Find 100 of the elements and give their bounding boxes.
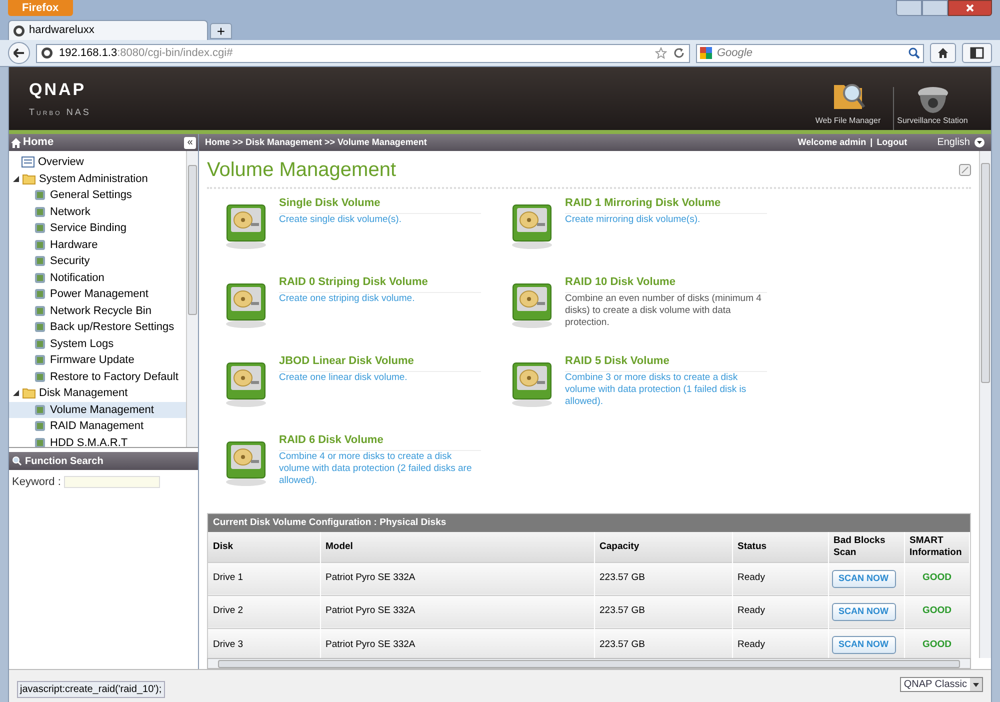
tree-item[interactable]: Network Recycle Bin: [9, 302, 186, 319]
home-icon: [11, 138, 21, 148]
option-description[interactable]: Combine an even number of disks (minimum 4 disks) to create a disk volume with data protection.: [565, 292, 767, 328]
tree-item[interactable]: Overview: [9, 154, 186, 170]
url-text: 192.168.1.3:8080/cgi-bin/index.cgi#: [59, 46, 234, 61]
window-icon: [970, 47, 984, 59]
column-header: Capacity: [594, 532, 732, 562]
status-link-text: javascript:create_raid('raid_10');: [17, 681, 165, 698]
tree-item[interactable]: Volume Management: [9, 402, 186, 418]
page-title: Volume Management: [207, 159, 396, 181]
settings-item-icon: [33, 287, 47, 302]
table-cell: GOOD: [904, 595, 970, 628]
search-icon[interactable]: [908, 47, 920, 59]
site-icon: [41, 47, 53, 59]
camera-dome-icon: [918, 87, 948, 113]
table-cell: Patriot Pyro SE 332A: [320, 595, 594, 628]
horizontal-scrollbar[interactable]: [207, 658, 971, 669]
theme-select[interactable]: QNAP Classic: [900, 677, 983, 692]
reload-icon: [673, 47, 685, 59]
function-search-title: Function Search: [25, 454, 104, 468]
table-cell: GOOD: [904, 562, 970, 595]
close-button[interactable]: [948, 0, 992, 16]
tree-item[interactable]: HDD S.M.A.R.T: [9, 434, 186, 447]
settings-item-icon: [33, 402, 47, 417]
sidebar-title: Home: [23, 135, 54, 150]
app-launcher[interactable]: Surveillance Station: [893, 87, 971, 130]
google-icon: [700, 47, 712, 59]
settings-item-icon: [33, 238, 47, 252]
column-header: Model: [320, 532, 594, 562]
logo-text: QNAP: [29, 80, 88, 98]
search-field[interactable]: Google: [696, 44, 924, 62]
tree-item[interactable]: Restore to Factory Default: [9, 368, 186, 385]
tree-item[interactable]: Service Binding: [9, 220, 186, 236]
home-button[interactable]: [930, 43, 956, 63]
folder-icon: [22, 387, 36, 400]
tree-item[interactable]: RAID Management: [9, 418, 186, 434]
overview-icon: [21, 156, 35, 168]
tree-item[interactable]: Security: [9, 253, 186, 270]
table-cell: Drive 2: [208, 595, 320, 628]
settings-item-icon: [33, 419, 47, 434]
new-tab-button[interactable]: +: [210, 23, 232, 39]
table-cell: Drive 1: [208, 562, 320, 595]
home-icon: [937, 47, 949, 59]
settings-item-icon: [33, 336, 47, 351]
tree-item[interactable]: Power Management: [9, 286, 186, 302]
welcome-text: Welcome admin: [798, 136, 866, 149]
language-label: English: [937, 136, 970, 150]
tree-item[interactable]: System Logs: [9, 336, 186, 352]
address-field[interactable]: 192.168.1.3:8080/cgi-bin/index.cgi#: [36, 44, 690, 62]
settings-item-icon: [33, 304, 47, 318]
table-title: Current Disk Volume Configuration : Physical Disks: [208, 514, 970, 532]
settings-item-icon: [33, 320, 47, 334]
close-icon: [966, 4, 974, 12]
search-icon: [12, 456, 22, 466]
bookmarks-button[interactable]: [962, 43, 992, 63]
settings-item-icon: [33, 221, 47, 236]
tree-item[interactable]: General Settings: [9, 187, 186, 204]
vertical-scrollbar[interactable]: [186, 151, 198, 447]
column-header: Status: [732, 532, 828, 562]
table-cell: Ready: [732, 628, 828, 658]
app-launcher[interactable]: Web File Manager: [809, 79, 887, 130]
maximize-button[interactable]: [922, 0, 948, 16]
breadcrumb: Home >> Disk Management >> Volume Management: [205, 136, 427, 149]
keyword-field[interactable]: [64, 476, 160, 488]
settings-item-icon: [33, 436, 47, 447]
edit-icon[interactable]: [959, 164, 971, 176]
collapse-button[interactable]: «: [184, 136, 196, 148]
logout-link[interactable]: Logout: [876, 136, 908, 150]
table-cell: Ready: [732, 595, 828, 628]
expanded-triangle-icon: [13, 176, 19, 182]
tree-item[interactable]: Network: [9, 204, 186, 220]
table-cell: Patriot Pyro SE 332A: [320, 628, 594, 658]
tree-item[interactable]: Notification: [9, 270, 186, 286]
settings-item-icon: [33, 370, 47, 384]
column-header: Bad Blocks Scan: [828, 532, 904, 562]
tree-item[interactable]: Disk Management: [9, 385, 186, 402]
tree-item[interactable]: Back up/Restore Settings: [9, 319, 186, 336]
settings-item-icon: [33, 270, 47, 285]
keyword-label: Keyword :: [12, 475, 61, 490]
tree-item[interactable]: System Administration: [9, 170, 186, 187]
table-cell: 223.57 GB: [594, 562, 732, 595]
settings-item-icon: [33, 353, 47, 368]
browser-tab[interactable]: hardwareluxx: [8, 20, 208, 40]
dropdown-icon[interactable]: [974, 137, 985, 148]
column-header: Disk: [208, 532, 320, 562]
vertical-scrollbar[interactable]: [979, 151, 991, 658]
minimize-button[interactable]: [896, 0, 922, 16]
tree-item[interactable]: Hardware: [9, 236, 186, 253]
table-cell: Patriot Pyro SE 332A: [320, 562, 594, 595]
settings-item-icon: [33, 188, 47, 202]
settings-item-icon: [33, 254, 47, 268]
table-cell: Drive 3: [208, 628, 320, 658]
back-button[interactable]: [8, 42, 30, 64]
table-cell: 223.57 GB: [594, 628, 732, 658]
tree-item[interactable]: Firmware Update: [9, 352, 186, 368]
site-icon: [13, 24, 25, 36]
table-cell: Ready: [732, 562, 828, 595]
table-cell: GOOD: [904, 628, 970, 658]
star-icon: [655, 47, 667, 59]
separator-text: |: [870, 136, 873, 149]
